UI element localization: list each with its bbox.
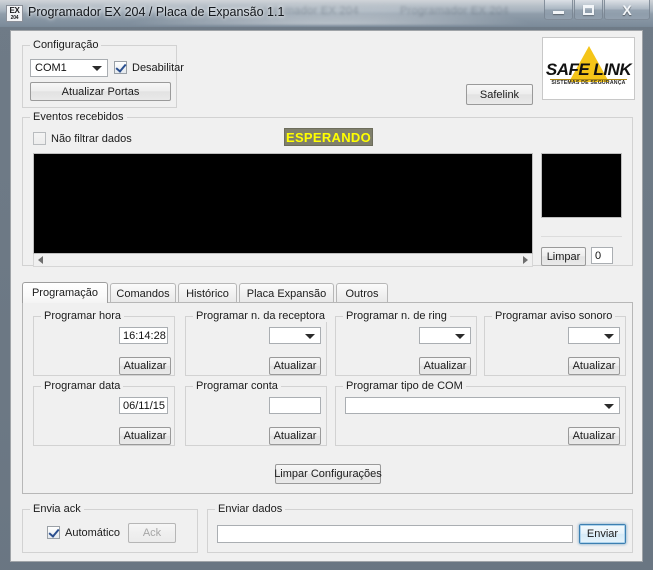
program-tipocom-select[interactable] — [345, 397, 620, 414]
refresh-ports-button[interactable]: Atualizar Portas — [30, 82, 171, 101]
close-icon: X — [622, 1, 632, 18]
program-hora-title: Programar hora — [41, 310, 125, 322]
program-conta-input[interactable] — [269, 397, 321, 414]
chevron-down-icon — [305, 333, 315, 339]
program-ring-title: Programar n. de ring — [343, 310, 450, 322]
checkbox-box — [47, 526, 60, 539]
send-data-input[interactable] — [217, 525, 573, 543]
close-button[interactable]: X — [604, 0, 650, 20]
checkbox-box — [114, 61, 127, 74]
program-ring-select[interactable] — [419, 327, 471, 344]
checkbox-box — [33, 132, 46, 145]
no-filter-checkbox-label: Não filtrar dados — [51, 132, 132, 145]
events-log-listbox[interactable] — [33, 153, 533, 254]
title-bar-ghost-text-2: Programador EX 204 — [400, 5, 509, 17]
clear-log-button[interactable]: Limpar — [541, 247, 586, 266]
chevron-down-icon — [92, 66, 102, 71]
disable-checkbox[interactable]: Desabilitar — [114, 61, 184, 74]
no-filter-checkbox[interactable]: Não filtrar dados — [33, 132, 132, 145]
program-tipocom-update-button[interactable]: Atualizar — [568, 427, 620, 445]
events-divider — [541, 236, 622, 237]
tab-placa-expansao[interactable]: Placa Expansão — [239, 283, 334, 303]
program-ring-update-button[interactable]: Atualizar — [419, 357, 471, 375]
app-icon-bottom-text: 204 — [10, 14, 19, 21]
status-badge: ESPERANDO — [284, 128, 373, 146]
program-aviso-update-button[interactable]: Atualizar — [568, 357, 620, 375]
events-preview-text — [542, 154, 621, 158]
window-controls: X — [543, 0, 650, 20]
chevron-down-icon — [455, 333, 465, 339]
safelink-button[interactable]: Safelink — [466, 84, 533, 105]
logo-main-text: SAFE LINK — [545, 60, 632, 79]
ack-button[interactable]: Ack — [128, 523, 176, 543]
com-port-value: COM1 — [35, 62, 67, 74]
send-data-groupbox-title: Enviar dados — [215, 503, 286, 515]
program-data-title: Programar data — [41, 380, 124, 392]
maximize-button[interactable] — [574, 0, 603, 20]
program-aviso-title: Programar aviso sonoro — [492, 310, 616, 322]
events-log-hscrollbar[interactable] — [33, 254, 533, 267]
title-bar[interactable]: Programador EX 204 Programador EX 204 EX… — [0, 0, 653, 27]
minimize-button[interactable] — [544, 0, 573, 20]
app-icon-top-text: EX — [9, 5, 20, 15]
tab-outros[interactable]: Outros — [336, 283, 388, 303]
tab-historico[interactable]: Histórico — [178, 283, 237, 303]
safelink-logo: SAFE LINK SISTEMAS DE SEGURANÇA — [542, 37, 635, 100]
scroll-left-icon[interactable] — [38, 256, 43, 264]
tab-comandos[interactable]: Comandos — [110, 283, 176, 303]
ack-groupbox-title: Envia ack — [30, 503, 84, 515]
auto-ack-checkbox[interactable]: Automático — [47, 526, 120, 539]
application-window: Programador EX 204 Programador EX 204 EX… — [0, 0, 653, 570]
program-conta-update-button[interactable]: Atualizar — [269, 427, 321, 445]
program-conta-title: Programar conta — [193, 380, 281, 392]
com-port-select[interactable]: COM1 — [30, 59, 108, 77]
config-groupbox-title: Configuração — [30, 39, 102, 51]
chevron-down-icon — [604, 403, 614, 409]
program-aviso-select[interactable] — [568, 327, 620, 344]
auto-ack-checkbox-label: Automático — [65, 526, 121, 539]
program-receptora-update-button[interactable]: Atualizar — [269, 357, 321, 375]
app-icon: EX 204 — [6, 5, 23, 22]
events-log-text — [34, 154, 532, 158]
program-hora-input[interactable]: 16:14:28 — [119, 327, 168, 344]
events-preview-box[interactable] — [541, 153, 622, 218]
minimize-icon — [553, 11, 564, 14]
events-counter-field[interactable]: 0 — [591, 247, 613, 264]
logo-sub-text: SISTEMAS DE SEGURANÇA — [551, 80, 626, 86]
program-receptora-title: Programar n. da receptora — [193, 310, 329, 322]
chevron-down-icon — [604, 333, 614, 339]
program-data-update-button[interactable]: Atualizar — [119, 427, 171, 445]
program-data-input[interactable]: 06/11/15 — [119, 397, 168, 414]
tab-programacao[interactable]: Programação — [22, 282, 108, 303]
scroll-right-icon[interactable] — [523, 256, 528, 264]
events-groupbox-title: Eventos recebidos — [30, 111, 127, 123]
program-receptora-select[interactable] — [269, 327, 321, 344]
program-hora-update-button[interactable]: Atualizar — [119, 357, 171, 375]
maximize-icon — [583, 4, 594, 15]
window-title: Programador EX 204 / Placa de Expansão 1… — [28, 5, 285, 19]
client-area: Configuração COM1 Desabilitar Atualizar … — [10, 30, 643, 562]
clear-config-button[interactable]: Limpar Configurações — [274, 464, 382, 484]
disable-checkbox-label: Desabilitar — [132, 61, 184, 74]
program-tipocom-title: Programar tipo de COM — [343, 380, 466, 392]
send-button[interactable]: Enviar — [579, 524, 626, 544]
